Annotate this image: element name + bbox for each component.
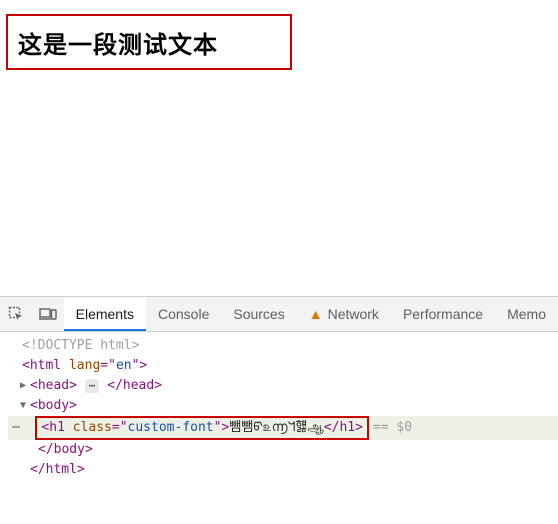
kebab-icon[interactable]: ⋯ [8, 418, 25, 438]
tab-memory[interactable]: Memo [495, 297, 558, 331]
dom-body-close[interactable]: </body> [8, 440, 558, 460]
devtools-panel: Elements Console Sources ▲Network Perfor… [0, 296, 558, 524]
tab-console[interactable]: Console [146, 297, 221, 331]
inspect-icon[interactable] [0, 297, 32, 331]
page-heading: 这是一段测试文本 [18, 25, 218, 60]
dom-html-open[interactable]: <html lang="en"> [8, 356, 558, 376]
tab-elements[interactable]: Elements [64, 297, 146, 331]
collapse-icon[interactable]: ▼ [16, 396, 30, 416]
rendered-page: 这是一段测试文本 [0, 0, 558, 296]
tab-sources[interactable]: Sources [221, 297, 296, 331]
elements-tree[interactable]: <!DOCTYPE html> <html lang="en"> ▶ <head… [0, 332, 558, 484]
selection-ref: == $0 [373, 418, 412, 438]
device-toolbar-icon[interactable] [32, 297, 64, 331]
highlight-box: 这是一段测试文本 [6, 14, 292, 70]
dom-body-open[interactable]: ▼ <body> [8, 396, 558, 416]
expand-icon[interactable]: ▶ [16, 376, 30, 396]
warning-icon: ▲ [309, 306, 323, 322]
tab-network[interactable]: ▲Network [297, 297, 391, 331]
dom-html-close[interactable]: </html> [8, 460, 558, 480]
dom-head[interactable]: ▶ <head> ⋯ </head> [8, 376, 558, 396]
dom-doctype[interactable]: <!DOCTYPE html> [8, 336, 558, 356]
ellipsis-icon[interactable]: ⋯ [85, 379, 100, 393]
tab-performance[interactable]: Performance [391, 297, 495, 331]
devtools-tabbar: Elements Console Sources ▲Network Perfor… [0, 296, 558, 332]
dom-selected-h1[interactable]: ⋯ <h1 class="custom-font">뺌뺌ᡦ௨൬ᖻ햻ஆ</h1> … [8, 416, 558, 440]
